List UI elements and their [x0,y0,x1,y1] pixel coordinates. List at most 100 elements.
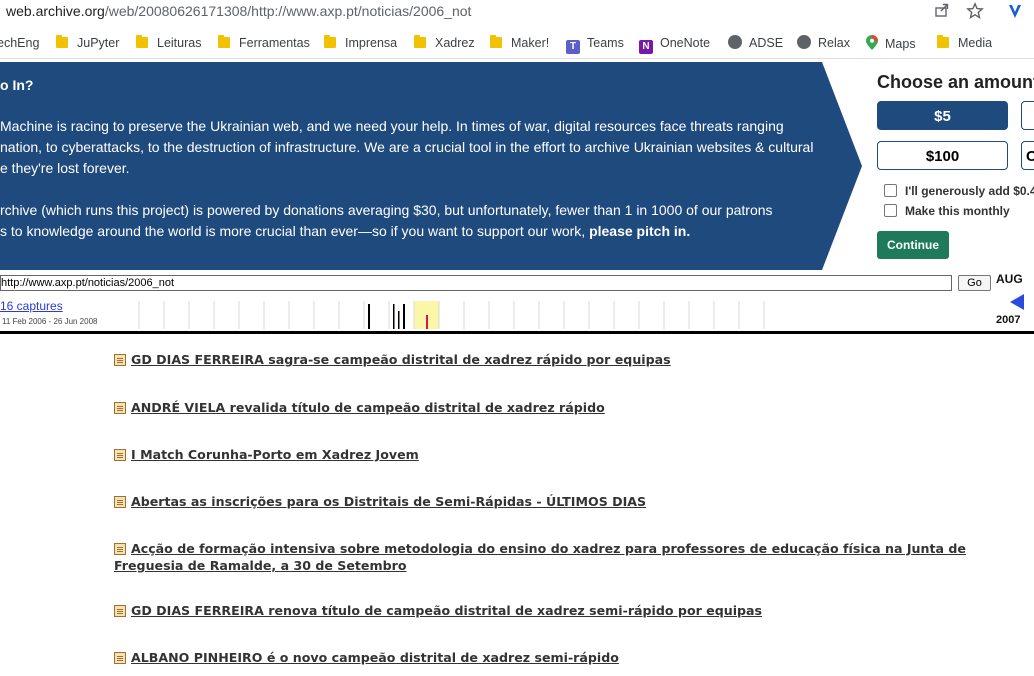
bookmark-media[interactable]: Media [937,35,992,53]
document-icon [114,402,126,414]
banner-heading: o In? [0,77,34,93]
capture-sparkline[interactable] [114,301,994,329]
bookmark-label: echEng [0,36,40,50]
bookmark-techeng[interactable]: echEng [0,35,39,53]
choose-amount-label: Choose an amount [877,72,1034,92]
bookmark-maps[interactable]: Maps [866,35,916,53]
banner-line: e they're lost forever. [0,160,130,176]
folder-icon [937,35,949,48]
bookmark-label: OneNote [660,36,711,50]
sparkline-gridlines [138,301,765,329]
list-item: Abertas as inscrições para os Distritais… [114,493,1014,510]
document-icon [114,449,126,461]
bookmark-label: Maps [885,37,916,51]
extension-icon[interactable] [1005,2,1025,22]
news-link[interactable]: GD DIAS FERREIRA sagra-se campeão distri… [131,352,671,367]
banner-paragraph-1: Machine is racing to preserve the Ukrain… [0,116,813,179]
bookmark-maker[interactable]: Maker! [490,35,549,53]
monthly-label: Make this monthly [905,204,1010,218]
globe-icon [728,35,742,49]
folder-icon [56,35,68,48]
bookmark-label: Leituras [157,36,202,50]
list-item: ANDRÉ VIELA revalida título de campeão d… [114,399,1014,416]
news-link[interactable]: GD DIAS FERREIRA renova título de campeã… [131,603,762,618]
pitch-in-emphasis: please pitch in. [589,223,691,239]
banner-line-text: s to knowledge around the world is more … [0,223,590,239]
banner-paragraph-2: rchive (which runs this project) is powe… [0,200,773,242]
cover-fees-label: I'll generously add $0.4 [905,184,1034,198]
cover-fees-checkbox[interactable] [884,184,897,197]
address-bar[interactable]: web.archive.org/web/20080626171308/http:… [0,0,1034,24]
news-link[interactable]: ANDRÉ VIELA revalida título de campeão d… [131,400,605,415]
bookmark-label: ADSE [749,36,784,50]
bookmark-adse[interactable]: ADSE [728,35,783,53]
wayback-toolbar: http://www.axp.pt/noticias/2006_not Go 1… [0,270,1034,334]
list-item: GD DIAS FERREIRA sagra-se campeão distri… [114,351,1014,368]
month-label: AUG [996,272,1023,286]
url-text[interactable]: web.archive.org/web/20080626171308/http:… [6,3,471,19]
monthly-checkbox[interactable] [884,204,897,217]
amount-option-button[interactable] [1021,101,1034,130]
banner-line: Machine is racing to preserve the Ukrain… [0,118,784,134]
list-item: ALBANO PINHEIRO é o novo campeão distrit… [114,649,1014,666]
folder-icon [414,35,426,48]
document-icon [114,496,126,508]
amount-custom-button[interactable]: C [1021,141,1034,170]
bookmark-leituras[interactable]: Leituras [136,35,201,53]
bookmark-xadrez[interactable]: Xadrez [414,35,475,53]
bookmark-label: Xadrez [435,36,475,50]
go-button[interactable]: Go [958,275,991,291]
bookmark-imprensa[interactable]: Imprensa [324,35,397,53]
cover-fees-checkbox-row[interactable]: I'll generously add $0.4 [884,184,1034,198]
bookmark-relax[interactable]: Relax [797,35,850,53]
year-label: 2007 [996,314,1021,326]
list-item: Acção de formação intensiva sobre metodo… [114,540,1014,574]
bookmark-label: Relax [818,36,850,50]
bookmark-teams[interactable]: T Teams [566,35,624,54]
globe-icon [797,35,811,49]
monthly-checkbox-row[interactable]: Make this monthly [884,204,1010,218]
sparkline-current-capture [426,315,428,329]
folder-icon [490,35,502,48]
url-domain: web.archive.org [6,3,105,19]
news-link[interactable]: I Match Corunha-Porto em Xadrez Jovem [131,447,419,462]
sparkline-capture-bar [393,304,395,329]
previous-capture-arrow-icon[interactable] [1010,294,1024,310]
continue-button[interactable]: Continue [877,231,949,259]
maps-pin-icon [866,35,878,50]
bookmark-label: Imprensa [345,36,398,50]
banner-line: nation, to cyberattacks, to the destruct… [0,139,814,155]
banner-line: rchive (which runs this project) is powe… [0,202,773,218]
news-link[interactable]: ALBANO PINHEIRO é o novo campeão distrit… [131,650,619,665]
amount-5-button[interactable]: $5 [877,101,1008,130]
bookmark-jupyter[interactable]: JuPyter [56,35,119,53]
folder-icon [218,35,230,48]
share-icon[interactable] [932,2,952,22]
bookmark-label: Media [958,36,993,50]
bookmark-label: Ferramentas [239,36,310,50]
donation-banner: o In? Machine is racing to preserve the … [0,62,1034,270]
wayback-url-input[interactable]: http://www.axp.pt/noticias/2006_not [0,275,952,291]
sparkline-capture-bar [398,311,400,329]
sparkline-capture-bar [368,304,370,329]
bookmark-star-icon[interactable] [965,2,985,22]
capture-date-range: 11 Feb 2006 - 26 Jun 2008 [2,317,98,326]
news-link[interactable]: Abertas as inscrições para os Distritais… [131,494,646,509]
document-icon [114,605,126,617]
captures-link[interactable]: 16 captures [0,299,63,313]
banner-line: s to knowledge around the world is more … [0,221,773,242]
document-icon [114,543,126,555]
list-item: I Match Corunha-Porto em Xadrez Jovem [114,446,1014,463]
bookmark-ferramentas[interactable]: Ferramentas [218,35,310,53]
news-link[interactable]: Acção de formação intensiva sobre metodo… [114,541,966,573]
bookmark-label: JuPyter [77,36,120,50]
bookmark-label: Maker! [511,36,550,50]
bookmark-onenote[interactable]: N OneNote [639,35,711,54]
document-icon [114,652,126,664]
list-item: GD DIAS FERREIRA renova título de campeã… [114,602,1014,619]
teams-icon: T [566,40,580,54]
sparkline-capture-bar [403,304,405,329]
onenote-icon: N [639,40,653,54]
bookmark-label: Teams [587,36,624,50]
amount-100-button[interactable]: $100 [877,141,1008,170]
